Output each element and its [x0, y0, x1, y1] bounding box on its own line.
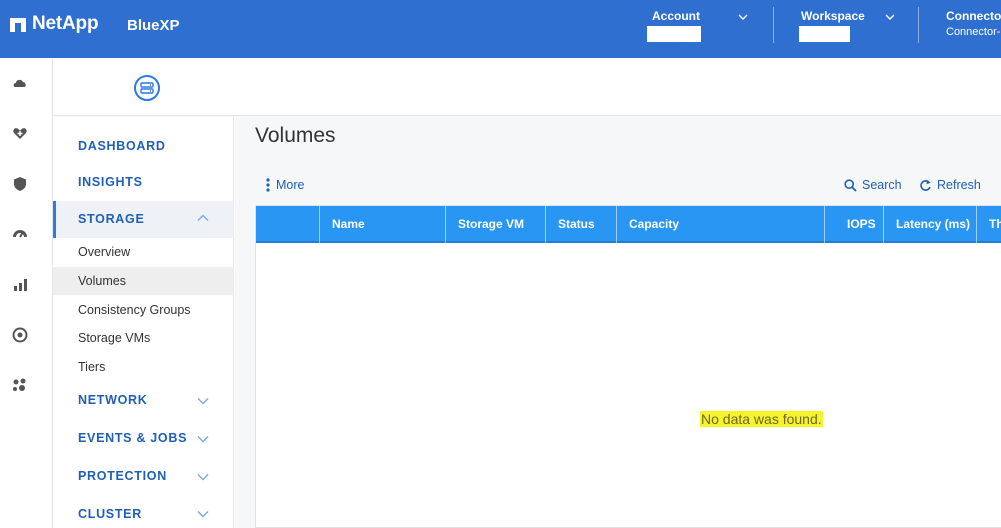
account-selector[interactable]: Account	[647, 9, 701, 42]
column-header-name[interactable]: Name	[319, 206, 445, 243]
storage-cloud-icon[interactable]	[12, 75, 28, 91]
volumes-table: Name Storage VM Status Capacity IOPS Lat…	[255, 205, 1001, 528]
refresh-button[interactable]: Refresh	[919, 178, 981, 192]
nav-network[interactable]: NETWORK	[78, 393, 147, 407]
analytics-bar-chart-icon[interactable]	[12, 277, 28, 293]
network-chevron-down-icon[interactable]	[197, 397, 209, 405]
governance-eye-icon[interactable]	[12, 327, 28, 343]
workspace-label: Workspace	[801, 9, 865, 23]
column-header-throughput[interactable]: Th	[976, 206, 1001, 243]
more-button[interactable]: More	[265, 178, 304, 192]
refresh-label: Refresh	[937, 178, 981, 192]
refresh-icon	[920, 179, 931, 191]
protection-chevron-down-icon[interactable]	[197, 473, 209, 481]
product-name: BlueXP	[127, 17, 180, 34]
workspace-selector[interactable]: Workspace	[799, 9, 865, 42]
nav-storage-vms[interactable]: Storage VMs	[78, 331, 150, 345]
performance-gauge-icon[interactable]	[12, 226, 28, 242]
workspace-chevron-down-icon[interactable]	[885, 12, 895, 22]
connector-label: Connector	[946, 9, 1001, 23]
workspace-value-redacted	[799, 26, 850, 42]
nav-events-jobs[interactable]: EVENTS & JOBS	[78, 431, 187, 445]
search-icon	[844, 178, 857, 192]
column-header-iops[interactable]: IOPS	[824, 206, 883, 243]
left-icon-rail	[0, 58, 53, 528]
nav-storage-overview[interactable]: Overview	[78, 245, 130, 259]
column-header-storage-vm[interactable]: Storage VM	[445, 206, 545, 243]
connector-value: Connector-	[946, 26, 1001, 38]
netapp-logo[interactable]: NetApp	[10, 13, 99, 35]
nav-dashboard[interactable]: DASHBOARD	[78, 139, 166, 153]
service-header-strip	[53, 58, 1001, 116]
nav-insights[interactable]: INSIGHTS	[78, 175, 143, 189]
nav-cluster[interactable]: CLUSTER	[78, 507, 142, 521]
column-header-capacity[interactable]: Capacity	[616, 206, 824, 243]
header-divider	[773, 7, 774, 43]
empty-state-message: No data was found.	[700, 411, 823, 427]
search-button[interactable]: Search	[844, 178, 902, 192]
connector-selector[interactable]: Connector Connector-	[946, 9, 1001, 38]
cluster-chevron-down-icon[interactable]	[197, 510, 209, 518]
main-content: Volumes More Search Refresh Name Storage…	[235, 117, 1001, 528]
nav-protection[interactable]: PROTECTION	[78, 469, 167, 483]
column-header-latency[interactable]: Latency (ms)	[883, 206, 976, 243]
more-label: More	[276, 178, 305, 192]
storage-chevron-up-icon[interactable]	[197, 214, 209, 222]
events-jobs-chevron-down-icon[interactable]	[197, 435, 209, 443]
nav-storage-consistency-groups[interactable]: Consistency Groups	[78, 303, 191, 317]
nav-storage-tiers[interactable]: Tiers	[78, 360, 105, 374]
account-label: Account	[652, 9, 700, 23]
page-title: Volumes	[255, 124, 336, 147]
storage-system-icon[interactable]	[134, 75, 160, 101]
system-manager-nav: DASHBOARD INSIGHTS STORAGE Overview Volu…	[53, 117, 234, 528]
search-label: Search	[862, 178, 902, 192]
health-icon[interactable]	[12, 125, 28, 141]
nav-storage-volumes[interactable]: Volumes	[78, 274, 126, 288]
protection-shield-icon[interactable]	[12, 176, 28, 192]
nav-storage[interactable]: STORAGE	[78, 212, 145, 226]
account-chevron-down-icon[interactable]	[738, 12, 748, 22]
top-bar: NetApp BlueXP Account Workspace Connecto…	[0, 0, 1001, 58]
mobility-nodes-icon[interactable]	[12, 377, 28, 393]
more-vertical-icon	[266, 178, 270, 192]
header-divider	[918, 7, 919, 43]
table-header-row: Name Storage VM Status Capacity IOPS Lat…	[256, 206, 1001, 243]
brand-name: NetApp	[32, 13, 99, 34]
column-header-select[interactable]	[256, 206, 319, 243]
netapp-logo-icon	[10, 15, 28, 33]
column-header-status[interactable]: Status	[545, 206, 616, 243]
account-value-redacted	[647, 26, 701, 42]
